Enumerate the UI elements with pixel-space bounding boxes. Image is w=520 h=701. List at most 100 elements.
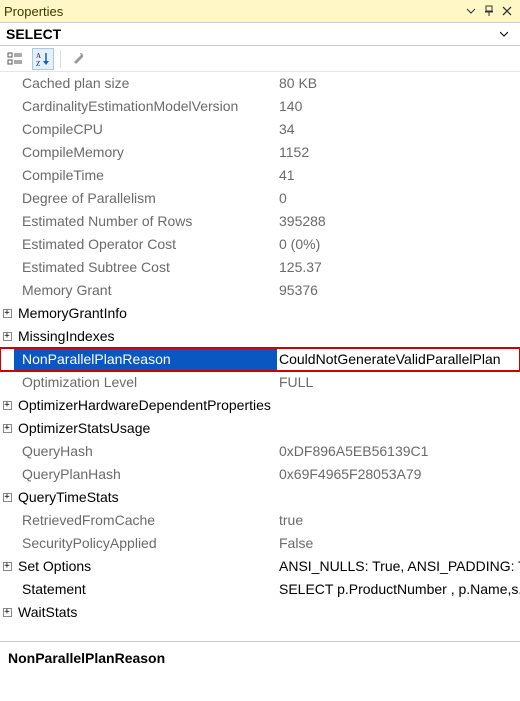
property-value[interactable]: CouldNotGenerateValidParallelPlan [277,348,520,371]
svg-text:Z: Z [36,60,40,67]
categorized-button[interactable] [4,48,26,70]
titlebar: Properties [0,0,520,22]
description-pane: NonParallelPlanReason [0,641,520,701]
property-name: MissingIndexes [14,325,277,348]
property-row[interactable]: Estimated Number of Rows395288 [0,210,520,233]
property-name: RetrievedFromCache [14,509,277,532]
property-row[interactable]: SecurityPolicyAppliedFalse [0,532,520,555]
object-selector[interactable]: SELECT [0,22,520,46]
window-menu-button[interactable] [462,2,480,20]
property-row[interactable]: Estimated Subtree Cost125.37 [0,256,520,279]
expand-toggle[interactable]: + [0,486,14,509]
property-row[interactable]: StatementSELECT p.ProductNumber , p.Name… [0,578,520,601]
expand-toggle[interactable]: + [0,302,14,325]
wrench-icon [70,51,86,67]
property-value[interactable]: 0 [277,187,520,210]
expand-toggle[interactable]: + [0,601,14,624]
property-value[interactable]: FULL [277,371,520,394]
property-name: Estimated Operator Cost [14,233,277,256]
properties-panel: Properties SELECT [0,0,520,701]
object-name: SELECT [6,26,500,42]
property-name: NonParallelPlanReason [14,348,277,371]
property-value[interactable]: 34 [277,118,520,141]
property-pages-button[interactable] [67,48,89,70]
property-value[interactable]: False [277,532,520,555]
property-value[interactable]: true [277,509,520,532]
property-row[interactable]: +Set OptionsANSI_NULLS: True, ANSI_PADDI… [0,555,520,578]
property-row[interactable]: CompileMemory1152 [0,141,520,164]
property-name: OptimizerStatsUsage [14,417,277,440]
property-row[interactable]: +WaitStats [0,601,520,624]
pin-button[interactable] [480,2,498,20]
property-row[interactable]: QueryHash0xDF896A5EB56139C1 [0,440,520,463]
toolbar-separator [60,50,61,68]
property-row[interactable]: +MemoryGrantInfo [0,302,520,325]
svg-text:A: A [36,52,41,60]
property-name: QueryPlanHash [14,463,277,486]
panel-title: Properties [4,4,462,19]
plus-box-icon: + [3,493,12,502]
property-row[interactable]: +OptimizerStatsUsage [0,417,520,440]
property-row[interactable]: NonParallelPlanReasonCouldNotGenerateVal… [0,348,520,371]
property-value[interactable]: 140 [277,95,520,118]
property-value[interactable]: 395288 [277,210,520,233]
description-title: NonParallelPlanReason [8,650,165,666]
property-name: QueryHash [14,440,277,463]
alphabetical-icon: A Z [35,51,51,67]
plus-box-icon: + [3,332,12,341]
plus-box-icon: + [3,401,12,410]
property-grid[interactable]: Cached plan size80 KBCardinalityEstimati… [0,72,520,641]
property-name: CompileMemory [14,141,277,164]
property-name: Estimated Subtree Cost [14,256,277,279]
property-name: Estimated Number of Rows [14,210,277,233]
plus-box-icon: + [3,562,12,571]
expand-toggle[interactable]: + [0,394,14,417]
property-row[interactable]: Cached plan size80 KB [0,72,520,95]
property-row[interactable]: CompileTime41 [0,164,520,187]
property-name: Degree of Parallelism [14,187,277,210]
close-button[interactable] [498,2,516,20]
property-value[interactable]: 80 KB [277,72,520,95]
property-row[interactable]: CompileCPU34 [0,118,520,141]
property-row[interactable]: Optimization LevelFULL [0,371,520,394]
property-name: Cached plan size [14,72,277,95]
property-name: Set Options [14,555,277,578]
property-name: SecurityPolicyApplied [14,532,277,555]
property-value[interactable]: ANSI_NULLS: True, ANSI_PADDING: True, [277,555,520,578]
property-row[interactable]: +OptimizerHardwareDependentProperties [0,394,520,417]
property-name: CompileTime [14,164,277,187]
property-value[interactable]: 95376 [277,279,520,302]
property-row[interactable]: CardinalityEstimationModelVersion140 [0,95,520,118]
property-row[interactable]: RetrievedFromCachetrue [0,509,520,532]
property-value[interactable]: 125.37 [277,256,520,279]
property-name: Optimization Level [14,371,277,394]
alphabetical-button[interactable]: A Z [32,48,54,70]
chevron-down-icon [500,30,508,38]
property-value[interactable]: 1152 [277,141,520,164]
property-value[interactable]: 41 [277,164,520,187]
property-row[interactable]: Estimated Operator Cost0 (0%) [0,233,520,256]
property-row[interactable]: QueryPlanHash0x69F4965F28053A79 [0,463,520,486]
expand-toggle[interactable]: + [0,417,14,440]
categorized-icon [7,51,23,67]
property-name: CompileCPU [14,118,277,141]
object-dropdown[interactable] [500,30,514,38]
plus-box-icon: + [3,309,12,318]
property-row[interactable]: Degree of Parallelism0 [0,187,520,210]
property-name: OptimizerHardwareDependentProperties [14,394,277,417]
toolbar: A Z [0,46,520,72]
property-row[interactable]: +MissingIndexes [0,325,520,348]
property-value[interactable]: 0 (0%) [277,233,520,256]
expand-toggle[interactable]: + [0,325,14,348]
property-name: CardinalityEstimationModelVersion [14,95,277,118]
expand-toggle[interactable]: + [0,555,14,578]
property-value[interactable]: 0x69F4965F28053A79 [277,463,520,486]
property-name: Memory Grant [14,279,277,302]
pin-icon [483,5,495,17]
property-value[interactable]: 0xDF896A5EB56139C1 [277,440,520,463]
property-row[interactable]: +QueryTimeStats [0,486,520,509]
property-value[interactable]: SELECT p.ProductNumber , p.Name,s.C [277,578,520,601]
property-name: WaitStats [14,601,277,624]
chevron-down-icon [466,6,476,16]
property-row[interactable]: Memory Grant95376 [0,279,520,302]
